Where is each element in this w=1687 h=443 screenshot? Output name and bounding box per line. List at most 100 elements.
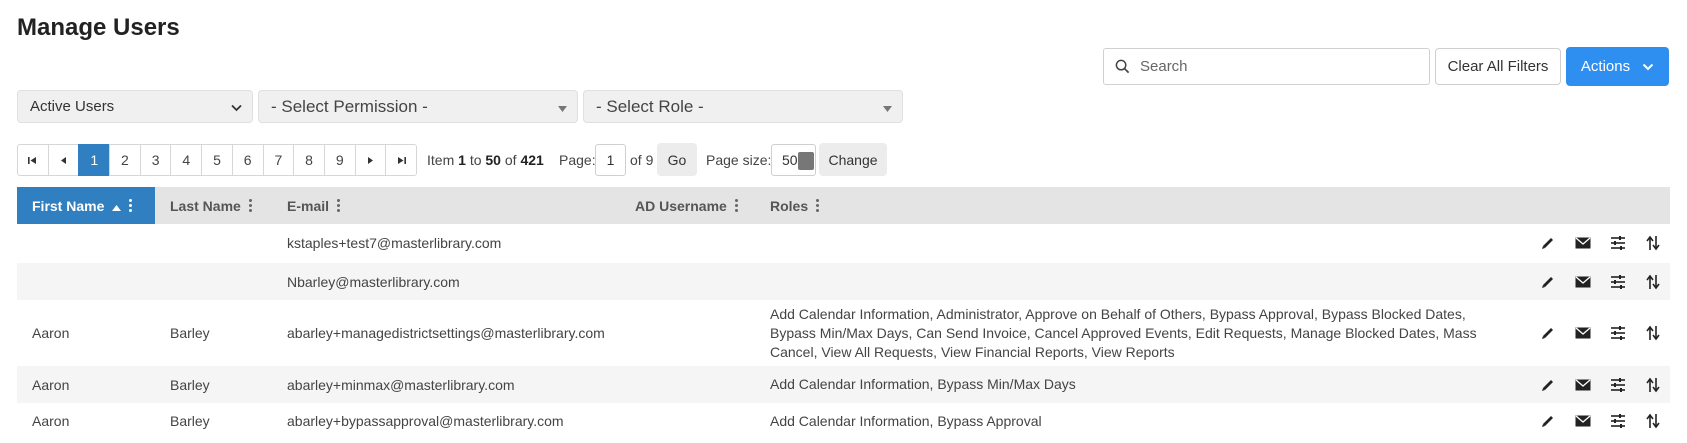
page-button-4[interactable]: 4 [170, 144, 203, 176]
column-menu-icon[interactable] [734, 199, 738, 212]
table-row[interactable]: Aaron Barley abarley+minmax@masterlibrary.… [17, 366, 1670, 403]
edit-user-button[interactable] [1530, 410, 1565, 432]
permission-select-value: - Select Permission - [271, 96, 428, 116]
email-cell: Nbarley@masterlibrary.com [287, 273, 460, 290]
page-button-5[interactable]: 5 [201, 144, 233, 176]
table-header: First Name Last Name E-mail AD Username … [17, 187, 1670, 224]
page-button-6[interactable]: 6 [231, 144, 264, 176]
page-button-9[interactable]: 9 [323, 144, 356, 176]
reorder-user-button[interactable] [1635, 374, 1670, 396]
email-cell: abarley+minmax@masterlibrary.com [287, 376, 515, 393]
search-input[interactable] [1140, 58, 1420, 75]
row-actions [1530, 403, 1670, 439]
clear-all-filters-button[interactable]: Clear All Filters [1435, 48, 1561, 85]
column-menu-icon[interactable] [816, 199, 820, 212]
user-settings-button[interactable] [1600, 322, 1635, 344]
column-header-label: Last Name [170, 197, 241, 214]
first-page-button[interactable] [17, 144, 49, 176]
column-header-label: AD Username [635, 197, 727, 214]
email-user-button[interactable] [1565, 232, 1600, 254]
next-page-button[interactable] [354, 144, 387, 176]
reorder-user-button[interactable] [1635, 322, 1670, 344]
user-settings-button[interactable] [1600, 232, 1635, 254]
first-name-cell: Aaron [32, 376, 70, 393]
user-settings-button[interactable] [1600, 410, 1635, 432]
page-button-2[interactable]: 2 [109, 144, 141, 176]
roles-cell [770, 263, 1490, 300]
actions-button[interactable]: Actions [1566, 47, 1669, 86]
sort-arrows-icon [1645, 235, 1660, 251]
reorder-user-button[interactable] [1635, 410, 1670, 432]
page-button-3[interactable]: 3 [139, 144, 172, 176]
email-user-button[interactable] [1565, 322, 1600, 344]
email-user-button[interactable] [1565, 410, 1600, 432]
page-title: Manage Users [17, 14, 180, 41]
envelope-icon [1575, 415, 1591, 427]
edit-user-button[interactable] [1530, 322, 1565, 344]
column-header-label: E-mail [287, 197, 330, 214]
last-name-cell: Barley [170, 376, 210, 393]
column-menu-icon[interactable] [129, 199, 133, 212]
table-row[interactable]: Nbarley@masterlibrary.com [17, 263, 1670, 300]
sliders-icon [1610, 377, 1626, 392]
envelope-icon [1575, 237, 1591, 249]
next-page-icon [367, 152, 374, 168]
column-header-first-name[interactable]: First Name [17, 187, 155, 224]
user-settings-button[interactable] [1600, 374, 1635, 396]
go-button[interactable]: Go [657, 143, 697, 176]
roles-cell [770, 224, 1490, 262]
page-size-input[interactable]: 50 [771, 144, 816, 176]
page-of-label: of 9 [630, 152, 654, 168]
page-size-value: 50 [782, 152, 798, 168]
edit-user-button[interactable] [1530, 271, 1565, 293]
prev-page-button[interactable] [47, 144, 80, 176]
item-total: 421 [520, 152, 544, 168]
of-label: of [504, 152, 517, 168]
email-user-button[interactable] [1565, 374, 1600, 396]
search-box[interactable] [1103, 48, 1430, 85]
role-select[interactable]: - Select Role - [583, 90, 903, 123]
column-menu-icon[interactable] [248, 199, 252, 212]
row-actions [1530, 263, 1670, 300]
reorder-user-button[interactable] [1635, 271, 1670, 293]
column-header-roles[interactable]: Roles [770, 187, 820, 224]
chevron-down-icon [231, 98, 242, 115]
sort-arrows-icon [1645, 377, 1660, 393]
permission-select[interactable]: - Select Permission - [258, 90, 578, 123]
item-label: Item [427, 152, 455, 168]
page-button-8[interactable]: 8 [293, 144, 325, 176]
table-row[interactable]: Aaron Barley abarley+managedistrictsetting… [17, 300, 1670, 366]
edit-user-button[interactable] [1530, 374, 1565, 396]
change-page-size-button[interactable]: Change [819, 143, 887, 176]
item-to: 50 [485, 152, 501, 168]
user-status-value: Active Users [30, 98, 115, 115]
table-row[interactable]: Aaron Barley abarley+bypassapproval@master… [17, 403, 1670, 439]
reorder-user-button[interactable] [1635, 232, 1670, 254]
column-header-last-name[interactable]: Last Name [170, 187, 252, 224]
column-header-email[interactable]: E-mail [287, 187, 341, 224]
page-button-1[interactable]: 1 [78, 144, 111, 176]
page-button-7[interactable]: 7 [262, 144, 295, 176]
spinner-icon[interactable] [798, 152, 814, 170]
edit-user-button[interactable] [1530, 232, 1565, 254]
page-number-input[interactable]: 1 [595, 144, 626, 176]
roles-cell: Add Calendar Information, Bypass Approva… [770, 412, 1042, 429]
email-user-button[interactable] [1565, 271, 1600, 293]
table-row[interactable]: kstaples+test7@masterlibrary.com [17, 224, 1670, 262]
page-label: Page: [559, 152, 596, 168]
caret-down-icon [558, 97, 567, 117]
first-name-cell: Aaron [32, 413, 70, 429]
sort-arrows-icon [1645, 325, 1660, 341]
last-page-button[interactable] [385, 144, 417, 176]
column-menu-icon[interactable] [337, 199, 341, 212]
last-name-cell: Barley [170, 325, 210, 341]
prev-page-icon [60, 152, 67, 168]
roles-cell: Add Calendar Information, Administrator,… [770, 305, 1477, 360]
user-settings-button[interactable] [1600, 271, 1635, 293]
row-actions [1530, 366, 1670, 403]
sort-asc-icon [112, 198, 122, 214]
user-status-select[interactable]: Active Users [17, 90, 253, 123]
envelope-icon [1575, 276, 1591, 288]
column-header-ad-username[interactable]: AD Username [635, 187, 738, 224]
role-select-value: - Select Role - [596, 96, 704, 116]
